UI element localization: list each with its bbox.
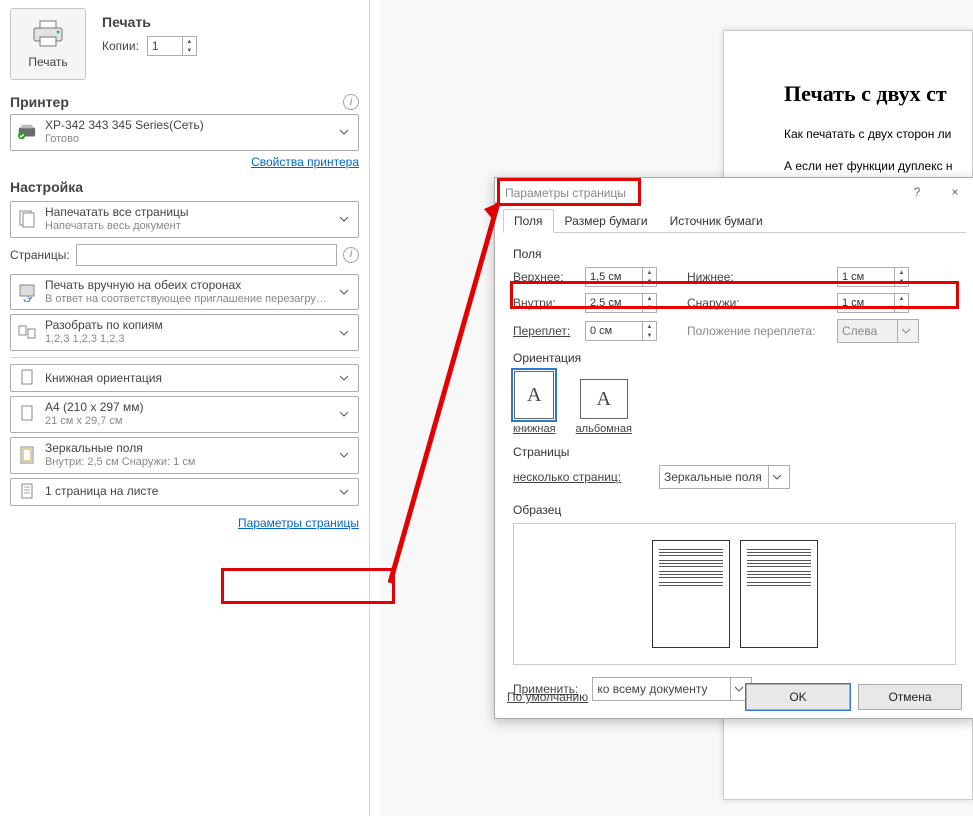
- duplex-title: Печать вручную на обеих сторонах: [45, 278, 328, 293]
- print-button[interactable]: Печать: [10, 8, 86, 80]
- duplex-icon: [17, 282, 37, 302]
- collate-icon: [17, 323, 37, 343]
- cancel-button[interactable]: Отмена: [858, 684, 962, 710]
- pages-input[interactable]: [76, 244, 337, 266]
- dialog-titlebar[interactable]: Параметры страницы ? ×: [495, 178, 973, 208]
- margin-outside-spinner[interactable]: 1 см▲▼: [837, 293, 909, 313]
- orientation-dropdown[interactable]: Книжная ориентация: [10, 364, 359, 392]
- paper-icon: [17, 404, 37, 424]
- print-range-title: Напечатать все страницы: [45, 205, 328, 220]
- copies-spinner[interactable]: 1 ▲▼: [147, 36, 197, 56]
- printer-icon: [31, 20, 65, 51]
- default-button[interactable]: По умолчанию: [507, 690, 588, 704]
- printer-name: XP-342 343 345 Series(Сеть): [45, 118, 328, 133]
- sample-page: [652, 540, 730, 648]
- print-panel: Печать Печать Копии: 1 ▲▼ Принтер i XP-3…: [0, 0, 370, 816]
- paper-sub: 21 см x 29,7 см: [45, 415, 328, 429]
- orientation-portrait[interactable]: A книжная: [513, 371, 556, 435]
- page-setup-dialog: Параметры страницы ? × Поля Размер бумаг…: [494, 177, 973, 719]
- page-setup-link[interactable]: Параметры страницы: [238, 516, 359, 530]
- duplex-sub: В ответ на соответствующее приглашение п…: [45, 293, 328, 307]
- tab-paper-source[interactable]: Источник бумаги: [659, 209, 774, 233]
- sample-box: [513, 523, 956, 665]
- collate-sub: 1,2,3 1,2,3 1,2,3: [45, 333, 328, 347]
- portrait-icon: [17, 368, 37, 388]
- printer-small-icon: [17, 122, 37, 142]
- margins-group-label: Поля: [513, 247, 956, 261]
- sample-page: [740, 540, 818, 648]
- gutter-pos-label: Положение переплета:: [687, 324, 837, 338]
- pages-per-sheet-dropdown[interactable]: 1 страница на листе: [10, 478, 359, 506]
- printer-dropdown[interactable]: XP-342 343 345 Series(Сеть) Готово: [10, 114, 359, 151]
- settings-heading: Настройка: [10, 179, 359, 195]
- single-page-icon: [17, 482, 37, 502]
- paper-title: A4 (210 x 297 мм): [45, 400, 328, 415]
- tab-margins[interactable]: Поля: [503, 209, 554, 233]
- print-range-dropdown[interactable]: Напечатать все страницы Напечатать весь …: [10, 201, 359, 238]
- print-heading: Печать: [102, 14, 359, 30]
- dialog-title: Параметры страницы: [505, 186, 626, 200]
- margins-title: Зеркальные поля: [45, 441, 328, 456]
- pages-per-sheet-title: 1 страница на листе: [45, 484, 328, 499]
- multi-pages-label: несколько страниц:: [513, 470, 653, 484]
- margin-gutter-spinner[interactable]: 0 см▲▼: [585, 321, 657, 341]
- chevron-down-icon: [336, 488, 352, 496]
- printer-status: Готово: [45, 133, 328, 147]
- margins-sub: Внутри: 2,5 см Снаружи: 1 см: [45, 456, 328, 470]
- orientation-group-label: Ориентация: [513, 351, 956, 365]
- spinner-up-icon[interactable]: ▲: [182, 37, 196, 46]
- preview-paragraph: А если нет функции дуплекс н: [784, 159, 958, 173]
- margin-outside-label: Снаружи:: [687, 296, 837, 310]
- info-icon[interactable]: i: [343, 247, 359, 263]
- close-button[interactable]: ×: [936, 178, 973, 206]
- spinner-down-icon[interactable]: ▼: [182, 46, 196, 55]
- chevron-down-icon: [336, 451, 352, 459]
- duplex-dropdown[interactable]: Печать вручную на обеих сторонах В ответ…: [10, 274, 359, 311]
- help-button[interactable]: ?: [898, 178, 936, 206]
- margins-dropdown[interactable]: Зеркальные поля Внутри: 2,5 см Снаружи: …: [10, 437, 359, 474]
- tab-paper-size[interactable]: Размер бумаги: [554, 209, 659, 233]
- margin-bottom-label: Нижнее:: [687, 270, 837, 284]
- landscape-glyph: A: [580, 379, 628, 419]
- pages-label: Страницы:: [10, 248, 70, 262]
- margin-top-label: Верхнее:: [513, 270, 585, 284]
- printer-properties-link[interactable]: Свойства принтера: [251, 155, 359, 169]
- chevron-down-icon: [336, 374, 352, 382]
- chevron-down-icon: [336, 410, 352, 418]
- ok-button[interactable]: OK: [746, 684, 850, 710]
- margins-icon: [17, 445, 37, 465]
- gutter-pos-select: Слева: [837, 319, 919, 343]
- pages-icon: [17, 209, 37, 229]
- chevron-down-icon: [336, 329, 352, 337]
- margin-inside-spinner[interactable]: 2,5 см▲▼: [585, 293, 657, 313]
- orientation-title: Книжная ориентация: [45, 371, 328, 386]
- margin-gutter-label: Переплет:: [513, 324, 585, 338]
- portrait-glyph: A: [514, 371, 554, 419]
- print-range-sub: Напечатать весь документ: [45, 220, 328, 234]
- copies-label: Копии:: [102, 39, 139, 53]
- collate-title: Разобрать по копиям: [45, 318, 328, 333]
- multi-pages-select[interactable]: Зеркальные поля: [659, 465, 790, 489]
- collate-dropdown[interactable]: Разобрать по копиям 1,2,3 1,2,3 1,2,3: [10, 314, 359, 351]
- margin-inside-label: Внутри:: [513, 296, 585, 310]
- margin-bottom-spinner[interactable]: 1 см▲▼: [837, 267, 909, 287]
- preview-title: Печать с двух ст: [784, 81, 958, 107]
- orientation-landscape[interactable]: A альбомная: [576, 379, 632, 435]
- sample-group-label: Образец: [513, 503, 956, 517]
- pages-group-label: Страницы: [513, 445, 956, 459]
- paper-size-dropdown[interactable]: A4 (210 x 297 мм) 21 см x 29,7 см: [10, 396, 359, 433]
- print-button-label: Печать: [28, 55, 67, 69]
- preview-paragraph: Как печатать с двух сторон ли: [784, 127, 958, 141]
- copies-value: 1: [152, 39, 159, 53]
- chevron-down-icon: [336, 215, 352, 223]
- chevron-down-icon: [336, 128, 352, 136]
- info-icon[interactable]: i: [343, 94, 359, 110]
- chevron-down-icon: [336, 288, 352, 296]
- printer-heading: Принтер: [10, 94, 69, 110]
- margin-top-spinner[interactable]: 1,5 см▲▼: [585, 267, 657, 287]
